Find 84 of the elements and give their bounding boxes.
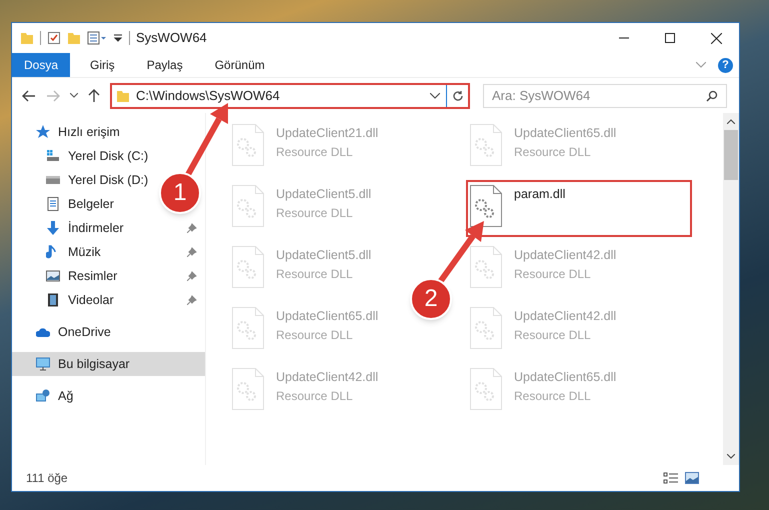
file-gears-icon: [232, 124, 264, 166]
caret-icon[interactable]: [113, 33, 123, 43]
chevron-down-icon[interactable]: [727, 454, 735, 459]
folder-icon: [116, 88, 130, 102]
pointer-arrow: [438, 221, 484, 284]
file-gears-icon: [232, 185, 264, 227]
nav-item[interactable]: Yerel Disk (D:): [12, 168, 156, 192]
file-name: UpdateClient42.dll: [276, 369, 378, 386]
file-gears-icon: [232, 368, 264, 410]
details-view-icon[interactable]: [663, 472, 679, 484]
file-name: param.dll: [514, 186, 566, 203]
network-icon: [36, 389, 50, 403]
search-placeholder: Ara: SysWOW64: [492, 86, 590, 105]
video-icon: [46, 293, 60, 307]
search-field[interactable]: Ara: SysWOW64: [483, 84, 727, 108]
file-type: Resource DLL: [276, 266, 354, 283]
system-drive-icon: [46, 149, 60, 163]
checklist-icon[interactable]: [47, 31, 61, 45]
back-arrow-icon[interactable]: [22, 90, 36, 102]
nav-item[interactable]: Müzik: [12, 240, 205, 264]
drive-icon: [46, 173, 60, 187]
window-title: SysWOW64: [136, 29, 207, 48]
file-name: UpdateClient42.dll: [514, 308, 616, 325]
computer-icon: [36, 357, 50, 371]
file-name: UpdateClient42.dll: [514, 247, 616, 264]
nav-item[interactable]: OneDrive: [12, 320, 119, 344]
document-icon: [46, 197, 60, 211]
chevron-down-icon[interactable]: [430, 92, 440, 98]
list-view-icon[interactable]: [87, 31, 107, 45]
star-icon: [36, 125, 50, 139]
ribbon-tab[interactable]: Giriş: [78, 53, 127, 77]
file-name: UpdateClient65.dll: [514, 125, 616, 142]
file-gears-icon: [470, 185, 502, 227]
help-button[interactable]: ?: [718, 58, 733, 72]
nav-item[interactable]: Ağ: [12, 384, 82, 408]
file-tile[interactable]: param.dll: [466, 180, 692, 237]
item-count: 111 öğe: [26, 470, 68, 487]
pin-icon[interactable]: [187, 247, 197, 257]
refresh-icon: [452, 90, 464, 102]
file-type: Resource DLL: [276, 144, 354, 161]
file-name: UpdateClient65.dll: [276, 308, 378, 325]
file-type: Resource DLL: [514, 144, 592, 161]
pin-icon[interactable]: [187, 295, 197, 305]
nav-item[interactable]: Videolar: [12, 288, 205, 312]
ribbon-tab[interactable]: Görünüm: [202, 53, 277, 77]
file-gears-icon: [232, 246, 264, 288]
nav-item[interactable]: Yerel Disk (C:): [12, 144, 156, 168]
nav-item[interactable]: Hızlı erişim: [12, 120, 128, 144]
download-icon: [46, 221, 60, 235]
file-name: UpdateClient65.dll: [514, 369, 616, 386]
search-icon[interactable]: [706, 90, 718, 102]
nav-item[interactable]: Belgeler: [12, 192, 122, 216]
file-name: UpdateClient21.dll: [276, 125, 378, 142]
ribbon-tab[interactable]: Paylaş: [134, 53, 195, 77]
pin-icon[interactable]: [187, 223, 197, 233]
file-gears-icon: [470, 368, 502, 410]
nav-item[interactable]: Resimler: [12, 264, 205, 288]
pin-icon[interactable]: [187, 271, 197, 281]
address-path: C:\Windows\SysWOW64: [136, 86, 280, 105]
file-type: Resource DLL: [276, 204, 354, 222]
file-type: Resource DLL: [276, 388, 354, 405]
address-bar[interactable]: C:\Windows\SysWOW64: [110, 82, 470, 108]
file-gears-icon: [470, 124, 502, 166]
file-type: Resource DLL: [514, 388, 592, 405]
chevron-down-icon[interactable]: [70, 93, 78, 98]
file-name: UpdateClient5.dll: [276, 186, 372, 203]
file-type: Resource DLL: [514, 266, 592, 283]
up-arrow-icon[interactable]: [88, 88, 100, 102]
scrollbar[interactable]: [723, 113, 739, 465]
nav-item[interactable]: İndirmeler: [12, 216, 205, 240]
file-name: UpdateClient5.dll: [276, 247, 372, 264]
file-gears-icon: [470, 307, 502, 349]
chevron-up-icon[interactable]: [727, 119, 735, 124]
close-icon: [710, 32, 722, 44]
file-type: Resource DLL: [276, 326, 354, 344]
scrollbar-thumb[interactable]: [724, 130, 738, 180]
file-gears-icon: [232, 307, 264, 349]
picture-icon: [46, 269, 60, 283]
maximize-icon: [665, 33, 675, 43]
nav-item[interactable]: Bu bilgisayar: [12, 352, 205, 376]
file-type: Resource DLL: [514, 326, 592, 344]
file-gears-icon: [470, 246, 502, 288]
large-icons-view-icon[interactable]: [685, 472, 699, 484]
ribbon-tab[interactable]: Dosya: [12, 53, 70, 77]
